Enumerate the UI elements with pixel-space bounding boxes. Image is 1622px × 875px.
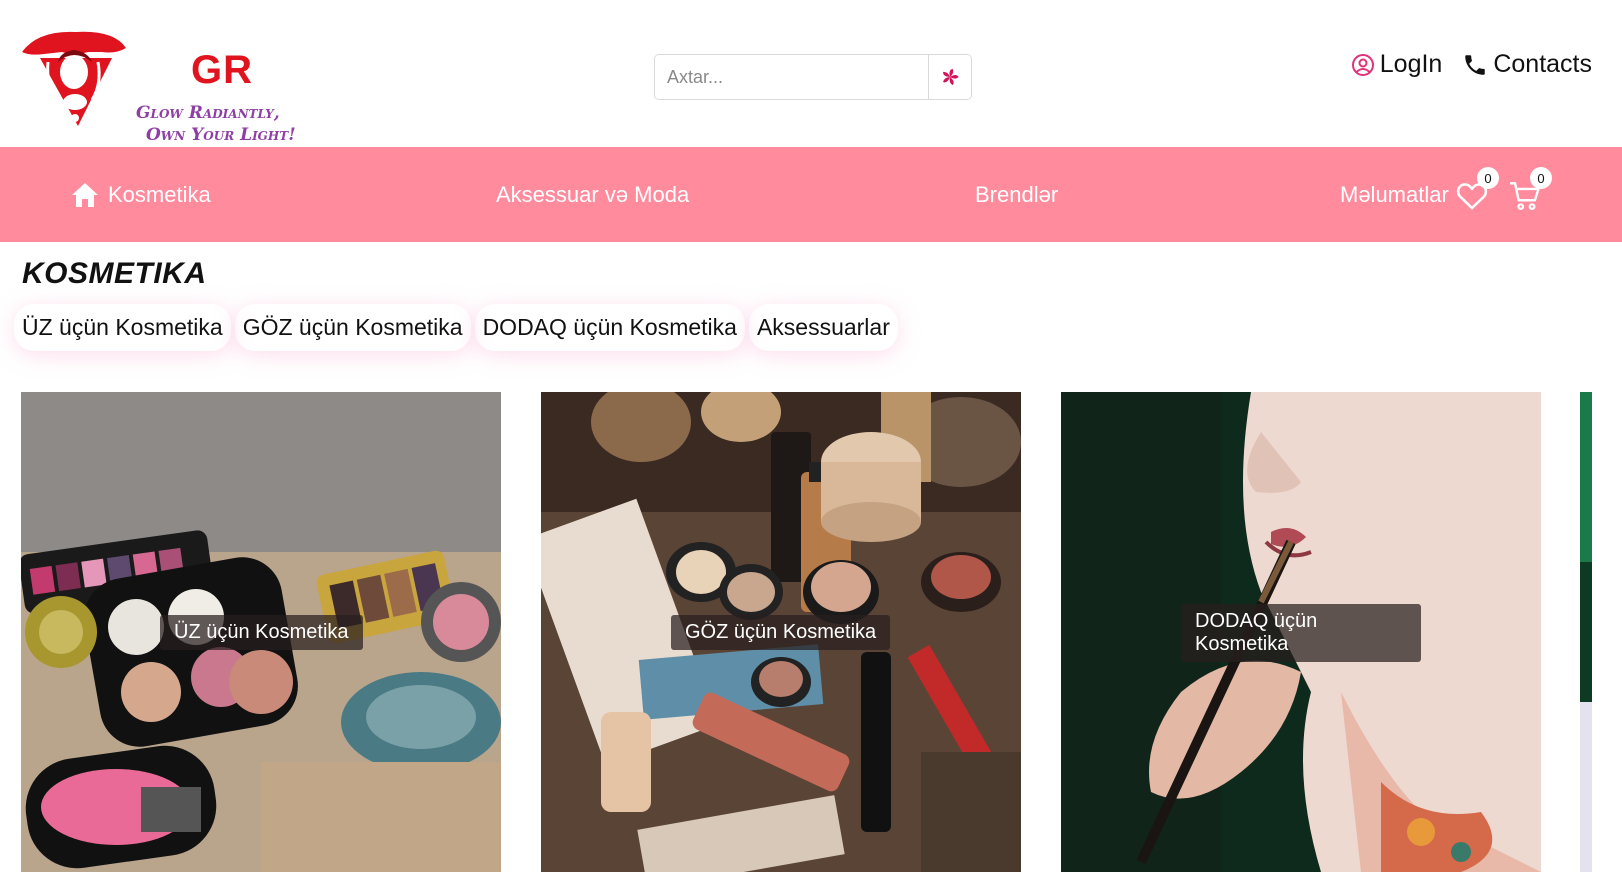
category-subnav: ÜZ üçün Kosmetika GÖZ üçün Kosmetika DOD… [22, 314, 890, 341]
search-button[interactable] [928, 55, 971, 99]
favorites-count-badge: 0 [1477, 167, 1499, 189]
category-card-partial[interactable] [1580, 392, 1592, 872]
category-card-uz[interactable]: ÜZ üçün Kosmetika [21, 392, 501, 872]
cart-button[interactable]: 0 [1508, 167, 1552, 215]
category-card-dodaq[interactable]: DODAQ üçün Kosmetika [1061, 392, 1541, 872]
phone-icon [1465, 54, 1486, 75]
nav-item-label: Aksessuar və Moda [496, 181, 690, 207]
header-links: LogIn Contacts [1351, 50, 1592, 79]
main-nav: Kosmetika Aksessuar və Moda Brendlər Məl… [0, 147, 1622, 242]
nav-item-label: Kosmetika [108, 181, 211, 207]
search-bar [654, 54, 972, 100]
category-card-goz[interactable]: GÖZ üçün Kosmetika [541, 392, 1021, 872]
favorites-button[interactable]: 0 [1455, 167, 1499, 215]
nav-item-kosmetika[interactable]: Kosmetika [70, 147, 211, 242]
category-card-label: GÖZ üçün Kosmetika [671, 615, 891, 650]
login-link[interactable]: LogIn [1351, 50, 1443, 79]
subnav-link-uz[interactable]: ÜZ üçün Kosmetika [22, 314, 223, 341]
login-label: LogIn [1379, 50, 1443, 78]
nav-item-label: Məlumatlar [1340, 181, 1449, 207]
cart-count-badge: 0 [1530, 167, 1552, 189]
home-icon [72, 182, 98, 207]
nav-item-melumatlar[interactable]: Məlumatlar [1340, 147, 1449, 242]
subnav-link-dodaq[interactable]: DODAQ üçün Kosmetika [483, 314, 737, 341]
category-card-label: ÜZ üçün Kosmetika [160, 615, 363, 650]
logo-tagline: Glow Radiantly, Own Your Light! [136, 102, 296, 146]
flower-icon [943, 68, 959, 86]
page-title: KOSMETIKA [22, 257, 207, 290]
logo-woman-hat-icon [22, 31, 126, 126]
logo-tagline-line2: Own Your Light! [146, 125, 296, 145]
partial-card-image [1580, 392, 1592, 872]
search-input[interactable] [655, 55, 928, 99]
user-circle-icon [1351, 53, 1374, 76]
nav-item-brendler[interactable]: Brendlər [975, 147, 1058, 242]
logo-tagline-line1: Glow Radiantly, [136, 103, 280, 123]
nav-item-label: Brendlər [975, 181, 1059, 207]
subnav-link-aksessuarlar[interactable]: Aksessuarlar [757, 314, 890, 341]
site-header: GR Glow Radiantly, Own Your Light! Axtar… [0, 0, 1622, 147]
nav-item-aksessuar[interactable]: Aksessuar və Moda [496, 147, 689, 242]
contacts-link[interactable]: Contacts [1462, 50, 1592, 79]
contacts-label: Contacts [1493, 50, 1592, 78]
site-logo[interactable]: GR Glow Radiantly, Own Your Light! [18, 22, 298, 145]
category-card-label: DODAQ üçün Kosmetika [1181, 604, 1421, 662]
subnav-link-goz[interactable]: GÖZ üçün Kosmetika [243, 314, 463, 341]
logo-text: GR [191, 48, 253, 92]
